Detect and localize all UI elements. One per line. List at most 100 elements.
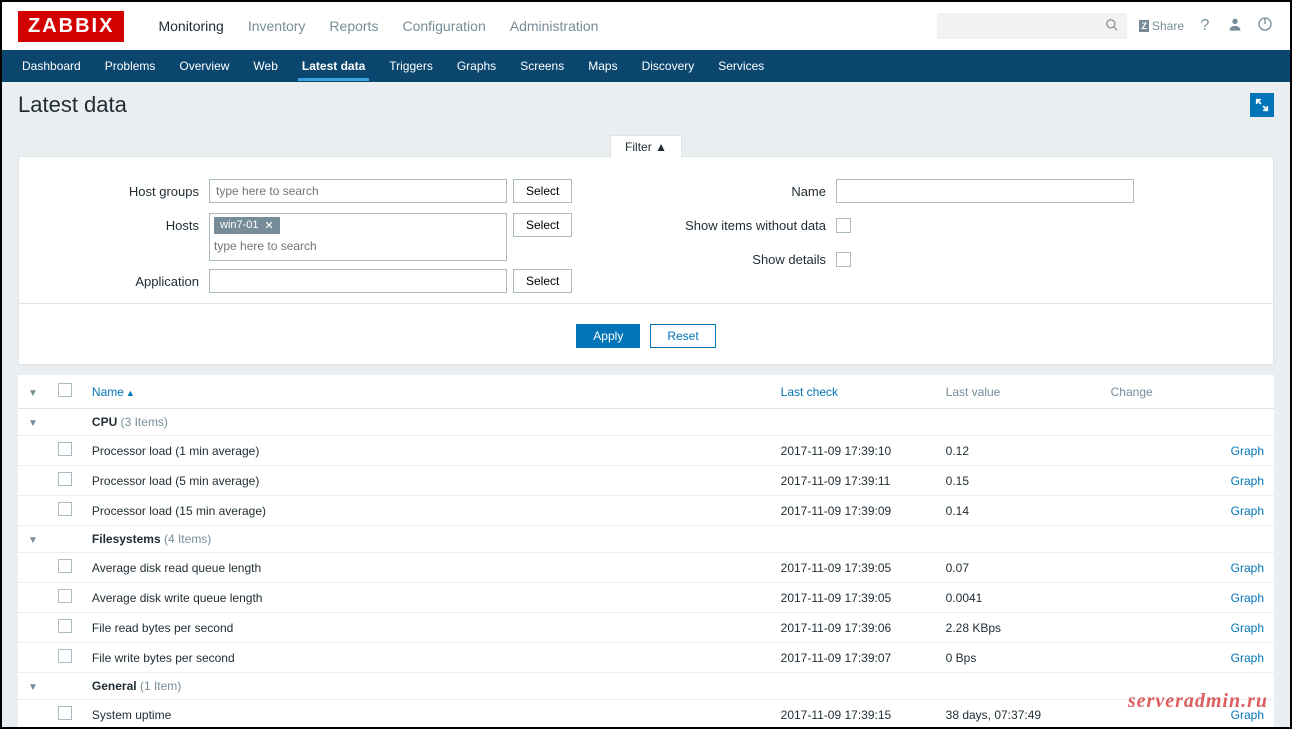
graph-link[interactable]: Graph bbox=[1231, 504, 1264, 518]
graph-link[interactable]: Graph bbox=[1231, 651, 1264, 665]
group-count: (1 Item) bbox=[140, 679, 181, 693]
row-checkbox[interactable] bbox=[58, 502, 72, 516]
item-lastcheck: 2017-11-09 17:39:15 bbox=[771, 700, 936, 728]
name-header[interactable]: Name▲ bbox=[82, 375, 771, 409]
collapse-icon[interactable]: ▼ bbox=[28, 535, 38, 546]
row-checkbox[interactable] bbox=[58, 589, 72, 603]
show-details-checkbox[interactable] bbox=[836, 252, 851, 267]
hosts-input[interactable] bbox=[214, 236, 502, 256]
change-header: Change bbox=[1101, 375, 1221, 409]
subnav-services[interactable]: Services bbox=[706, 51, 776, 81]
group-count: (3 Items) bbox=[121, 415, 168, 429]
subnav-overview[interactable]: Overview bbox=[167, 51, 241, 81]
group-row: ▼General (1 Item) bbox=[18, 673, 1274, 700]
fullscreen-button[interactable] bbox=[1250, 93, 1274, 117]
hosts-select[interactable]: Select bbox=[513, 213, 572, 237]
host-groups-input[interactable] bbox=[209, 179, 507, 203]
subnav-triggers[interactable]: Triggers bbox=[377, 51, 445, 81]
item-lastvalue: 38 days, 07:37:49 bbox=[936, 700, 1101, 728]
name-label: Name bbox=[666, 179, 836, 205]
data-table: ▼ Name▲ Last check Last value Change ▼CP… bbox=[18, 375, 1274, 727]
subnav-maps[interactable]: Maps bbox=[576, 51, 629, 81]
table-row: System uptime2017-11-09 17:39:1538 days,… bbox=[18, 700, 1274, 728]
logout-icon[interactable] bbox=[1256, 16, 1274, 37]
item-change bbox=[1101, 496, 1221, 526]
row-checkbox[interactable] bbox=[58, 619, 72, 633]
item-lastcheck: 2017-11-09 17:39:05 bbox=[771, 553, 936, 583]
group-row: ▼Filesystems (4 Items) bbox=[18, 526, 1274, 553]
filter-tab[interactable]: Filter ▲ bbox=[610, 135, 682, 158]
graph-link[interactable]: Graph bbox=[1231, 474, 1264, 488]
show-no-data-label: Show items without data bbox=[666, 213, 836, 239]
remove-tag-icon[interactable]: ✕ bbox=[265, 219, 274, 232]
host-tag: win7-01 ✕ bbox=[214, 217, 280, 234]
lastvalue-header: Last value bbox=[936, 375, 1101, 409]
graph-link[interactable]: Graph bbox=[1231, 591, 1264, 605]
table-row: Average disk write queue length2017-11-0… bbox=[18, 583, 1274, 613]
share-button[interactable]: Z Share bbox=[1139, 19, 1184, 33]
subnav-web[interactable]: Web bbox=[241, 51, 289, 81]
page-title: Latest data bbox=[18, 92, 127, 118]
collapse-icon[interactable]: ▼ bbox=[28, 682, 38, 693]
item-name: Average disk write queue length bbox=[82, 583, 771, 613]
subnav-screens[interactable]: Screens bbox=[508, 51, 576, 81]
help-icon[interactable]: ? bbox=[1196, 17, 1214, 35]
item-lastcheck: 2017-11-09 17:39:06 bbox=[771, 613, 936, 643]
item-change bbox=[1101, 466, 1221, 496]
item-lastvalue: 0.15 bbox=[936, 466, 1101, 496]
apply-button[interactable]: Apply bbox=[576, 324, 640, 348]
collapse-icon[interactable]: ▼ bbox=[28, 418, 38, 429]
item-name: File write bytes per second bbox=[82, 643, 771, 673]
graph-link[interactable]: Graph bbox=[1231, 561, 1264, 575]
top-menu: MonitoringInventoryReportsConfigurationA… bbox=[146, 4, 610, 48]
top-menu-monitoring[interactable]: Monitoring bbox=[146, 4, 235, 48]
name-input[interactable] bbox=[836, 179, 1134, 203]
item-change bbox=[1101, 583, 1221, 613]
select-all-checkbox[interactable] bbox=[58, 383, 72, 397]
row-checkbox[interactable] bbox=[58, 706, 72, 720]
show-no-data-checkbox[interactable] bbox=[836, 218, 851, 233]
row-checkbox[interactable] bbox=[58, 559, 72, 573]
item-lastcheck: 2017-11-09 17:39:09 bbox=[771, 496, 936, 526]
show-details-label: Show details bbox=[666, 247, 836, 273]
reset-button[interactable]: Reset bbox=[650, 324, 715, 348]
collapse-up-icon: ▲ bbox=[655, 140, 667, 154]
lastcheck-header[interactable]: Last check bbox=[771, 375, 936, 409]
row-checkbox[interactable] bbox=[58, 649, 72, 663]
header-right: Z Share ? bbox=[937, 13, 1274, 39]
table-row: Processor load (1 min average)2017-11-09… bbox=[18, 436, 1274, 466]
item-lastvalue: 0.12 bbox=[936, 436, 1101, 466]
subnav-problems[interactable]: Problems bbox=[93, 51, 168, 81]
top-menu-configuration[interactable]: Configuration bbox=[390, 4, 497, 48]
application-select[interactable]: Select bbox=[513, 269, 572, 293]
row-checkbox[interactable] bbox=[58, 472, 72, 486]
subnav-graphs[interactable]: Graphs bbox=[445, 51, 508, 81]
item-name: Processor load (15 min average) bbox=[82, 496, 771, 526]
top-menu-administration[interactable]: Administration bbox=[498, 4, 611, 48]
hosts-input-box[interactable]: win7-01 ✕ bbox=[209, 213, 507, 261]
host-groups-label: Host groups bbox=[39, 179, 209, 205]
subnav-latest-data[interactable]: Latest data bbox=[290, 51, 377, 81]
item-name: File read bytes per second bbox=[82, 613, 771, 643]
subnav-discovery[interactable]: Discovery bbox=[630, 51, 707, 81]
item-change bbox=[1101, 553, 1221, 583]
subnav-dashboard[interactable]: Dashboard bbox=[10, 51, 93, 81]
sort-asc-icon: ▲ bbox=[126, 388, 135, 398]
table-row: File write bytes per second2017-11-09 17… bbox=[18, 643, 1274, 673]
global-search[interactable] bbox=[937, 13, 1127, 39]
table-row: File read bytes per second2017-11-09 17:… bbox=[18, 613, 1274, 643]
top-menu-reports[interactable]: Reports bbox=[317, 4, 390, 48]
top-menu-inventory[interactable]: Inventory bbox=[236, 4, 318, 48]
group-name: Filesystems bbox=[92, 532, 161, 546]
item-lastvalue: 0 Bps bbox=[936, 643, 1101, 673]
graph-link[interactable]: Graph bbox=[1231, 621, 1264, 635]
logo[interactable]: ZABBIX bbox=[18, 11, 124, 42]
application-input[interactable] bbox=[209, 269, 507, 293]
user-icon[interactable] bbox=[1226, 16, 1244, 37]
host-groups-select[interactable]: Select bbox=[513, 179, 572, 203]
collapse-all-icon[interactable]: ▼ bbox=[28, 388, 38, 399]
graph-link[interactable]: Graph bbox=[1231, 708, 1264, 722]
row-checkbox[interactable] bbox=[58, 442, 72, 456]
page-body: Latest data Filter ▲ Host groups Select … bbox=[2, 82, 1290, 727]
graph-link[interactable]: Graph bbox=[1231, 444, 1264, 458]
